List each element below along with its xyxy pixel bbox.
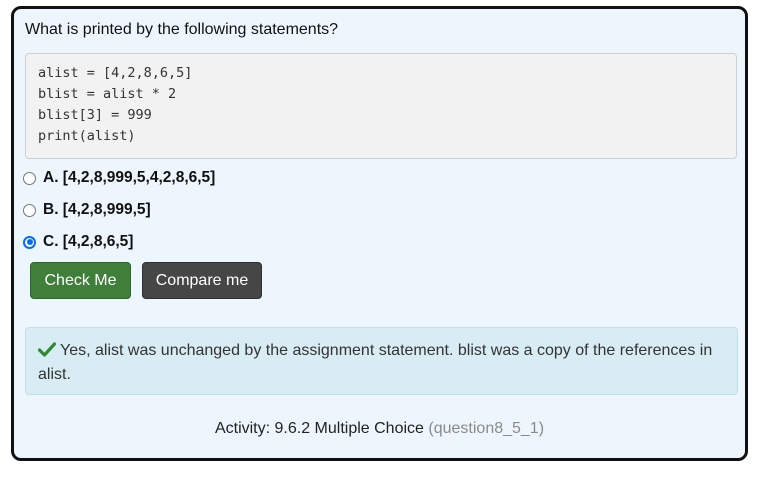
question-prompt: What is printed by the following stateme… <box>25 21 339 38</box>
code-block: alist = [4,2,8,6,5] blist = alist * 2 bl… <box>25 53 737 159</box>
check-icon <box>37 342 57 364</box>
radio-b[interactable] <box>23 203 36 217</box>
radio-c[interactable] <box>23 235 36 249</box>
code-line: print(alist) <box>38 128 136 144</box>
option-c[interactable]: C. [4,2,8,6,5] <box>23 226 215 258</box>
code-line: blist[3] = 999 <box>38 107 152 123</box>
radio-a[interactable] <box>23 171 36 185</box>
feedback-text: Yes, alist was unchanged by the assignme… <box>38 342 713 383</box>
activity-label: Activity: 9.6.2 Multiple Choice <box>214 420 424 437</box>
activity-footer: Activity: 9.6.2 Multiple Choice (questio… <box>14 420 745 438</box>
option-c-label: C. [4,2,8,6,5] <box>43 233 134 250</box>
code-line: alist = [4,2,8,6,5] <box>38 65 193 81</box>
check-me-button[interactable]: Check Me <box>30 262 131 299</box>
code-line: blist = alist * 2 <box>38 86 177 102</box>
option-b[interactable]: B. [4,2,8,999,5] <box>23 194 215 226</box>
option-a[interactable]: A. [4,2,8,999,5,4,2,8,6,5] <box>23 162 215 194</box>
option-b-label: B. [4,2,8,999,5] <box>43 201 151 218</box>
activity-id: (question8_5_1) <box>428 420 545 437</box>
feedback-panel: Yes, alist was unchanged by the assignme… <box>25 327 738 395</box>
compare-me-button[interactable]: Compare me <box>142 262 262 299</box>
option-a-label: A. [4,2,8,999,5,4,2,8,6,5] <box>43 169 216 186</box>
answer-options: A. [4,2,8,999,5,4,2,8,6,5] B. [4,2,8,999… <box>23 162 215 258</box>
question-card: What is printed by the following stateme… <box>11 6 748 461</box>
